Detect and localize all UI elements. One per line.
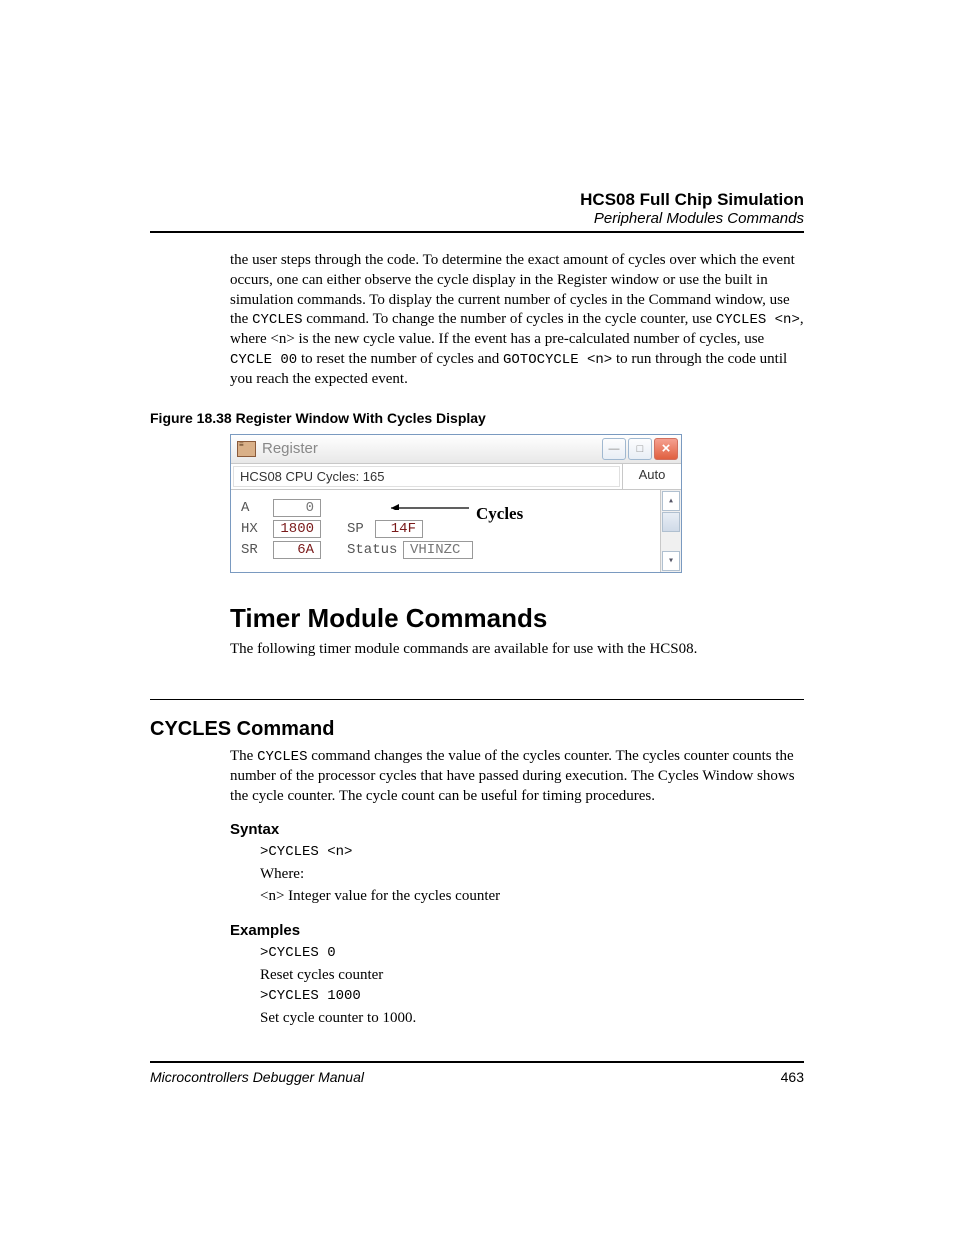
scroll-down-button[interactable]: ▾ (662, 551, 680, 571)
intro-cmd-4: GOTOCYCLE <n> (503, 352, 612, 368)
intro-cmd-1: CYCLES (252, 312, 302, 328)
section-title-timer: Timer Module Commands (230, 603, 804, 634)
page-number: 463 (781, 1069, 804, 1085)
example-line-2: Reset cycles counter (260, 964, 804, 987)
reg-label-sp: SP (347, 521, 369, 537)
register-body: Cycles A 0 HX 1800 SP 14F SR 6A Status (231, 490, 681, 572)
section-body-timer: The following timer module commands are … (230, 640, 804, 660)
window-titlebar[interactable]: ≡ Register — □ × (231, 435, 681, 464)
register-row-hx: HX 1800 SP 14F (241, 520, 675, 538)
section-body-cycles: The CYCLES command changes the value of … (230, 747, 804, 806)
example-line-4: Set cycle counter to 1000. (260, 1007, 804, 1030)
section-title-cycles: CYCLES Command (150, 718, 804, 741)
reg-label-status: Status (347, 542, 397, 558)
figure-wrap: ≡ Register — □ × HCS08 CPU Cycles: 165 A… (230, 434, 804, 573)
cycles-body-b: command changes the value of the cycles … (230, 748, 795, 804)
minimize-button[interactable]: — (602, 438, 626, 460)
scrollbar[interactable]: ▴ ▾ (660, 490, 681, 572)
cpu-cycles-display: HCS08 CPU Cycles: 165 (233, 466, 620, 487)
page-content: HCS08 Full Chip Simulation Peripheral Mo… (0, 0, 954, 1030)
cycles-body-cmd: CYCLES (257, 749, 307, 765)
footer-manual-title: Microcontrollers Debugger Manual (150, 1069, 364, 1085)
reg-label-a: A (241, 500, 267, 516)
register-window: ≡ Register — □ × HCS08 CPU Cycles: 165 A… (230, 434, 682, 573)
example-line-3: >CYCLES 1000 (260, 986, 804, 1007)
header-subtitle: Peripheral Modules Commands (150, 210, 804, 227)
header-title: HCS08 Full Chip Simulation (150, 190, 804, 210)
window-icon: ≡ (237, 441, 256, 457)
register-info-bar: HCS08 CPU Cycles: 165 Auto (231, 464, 681, 490)
reg-value-sp[interactable]: 14F (375, 520, 423, 538)
syntax-line-1: >CYCLES <n> (260, 842, 804, 863)
mode-label: Auto (622, 464, 681, 489)
reg-value-sr[interactable]: 6A (273, 541, 321, 559)
window-title: Register (262, 440, 600, 457)
intro-cmd-3: CYCLE 00 (230, 352, 297, 368)
intro-text-2: command. To change the number of cycles … (303, 311, 716, 327)
reg-value-status[interactable]: VHINZC (403, 541, 473, 559)
page-footer: Microcontrollers Debugger Manual 463 (150, 1061, 804, 1085)
figure-caption: Figure 18.38 Register Window With Cycles… (150, 410, 804, 426)
syntax-block: >CYCLES <n> Where: <n> Integer value for… (260, 842, 804, 908)
running-header: HCS08 Full Chip Simulation Peripheral Mo… (150, 190, 804, 227)
section-rule (150, 699, 804, 700)
syntax-line-2: Where: (260, 863, 804, 886)
footer-rule (150, 1061, 804, 1063)
close-button[interactable]: × (654, 438, 678, 460)
register-row-sr: SR 6A Status VHINZC (241, 541, 675, 559)
intro-paragraph: the user steps through the code. To dete… (230, 251, 804, 390)
maximize-button[interactable]: □ (628, 438, 652, 460)
syntax-line-3: <n> Integer value for the cycles counter (260, 885, 804, 908)
reg-value-a[interactable]: 0 (273, 499, 321, 517)
intro-text-4: to reset the number of cycles and (297, 351, 503, 367)
examples-heading: Examples (230, 922, 804, 939)
reg-value-hx[interactable]: 1800 (273, 520, 321, 538)
examples-block: >CYCLES 0 Reset cycles counter >CYCLES 1… (260, 943, 804, 1030)
cycles-callout: Cycles (476, 504, 523, 524)
reg-label-sr: SR (241, 542, 267, 558)
reg-label-hx: HX (241, 521, 267, 537)
header-rule (150, 231, 804, 233)
example-line-1: >CYCLES 0 (260, 943, 804, 964)
scroll-up-button[interactable]: ▴ (662, 491, 680, 511)
syntax-heading: Syntax (230, 821, 804, 838)
intro-cmd-2: CYCLES <n> (716, 312, 800, 328)
scroll-thumb[interactable] (662, 512, 680, 532)
callout-arrow-icon (391, 496, 476, 510)
cycles-body-a: The (230, 748, 257, 764)
